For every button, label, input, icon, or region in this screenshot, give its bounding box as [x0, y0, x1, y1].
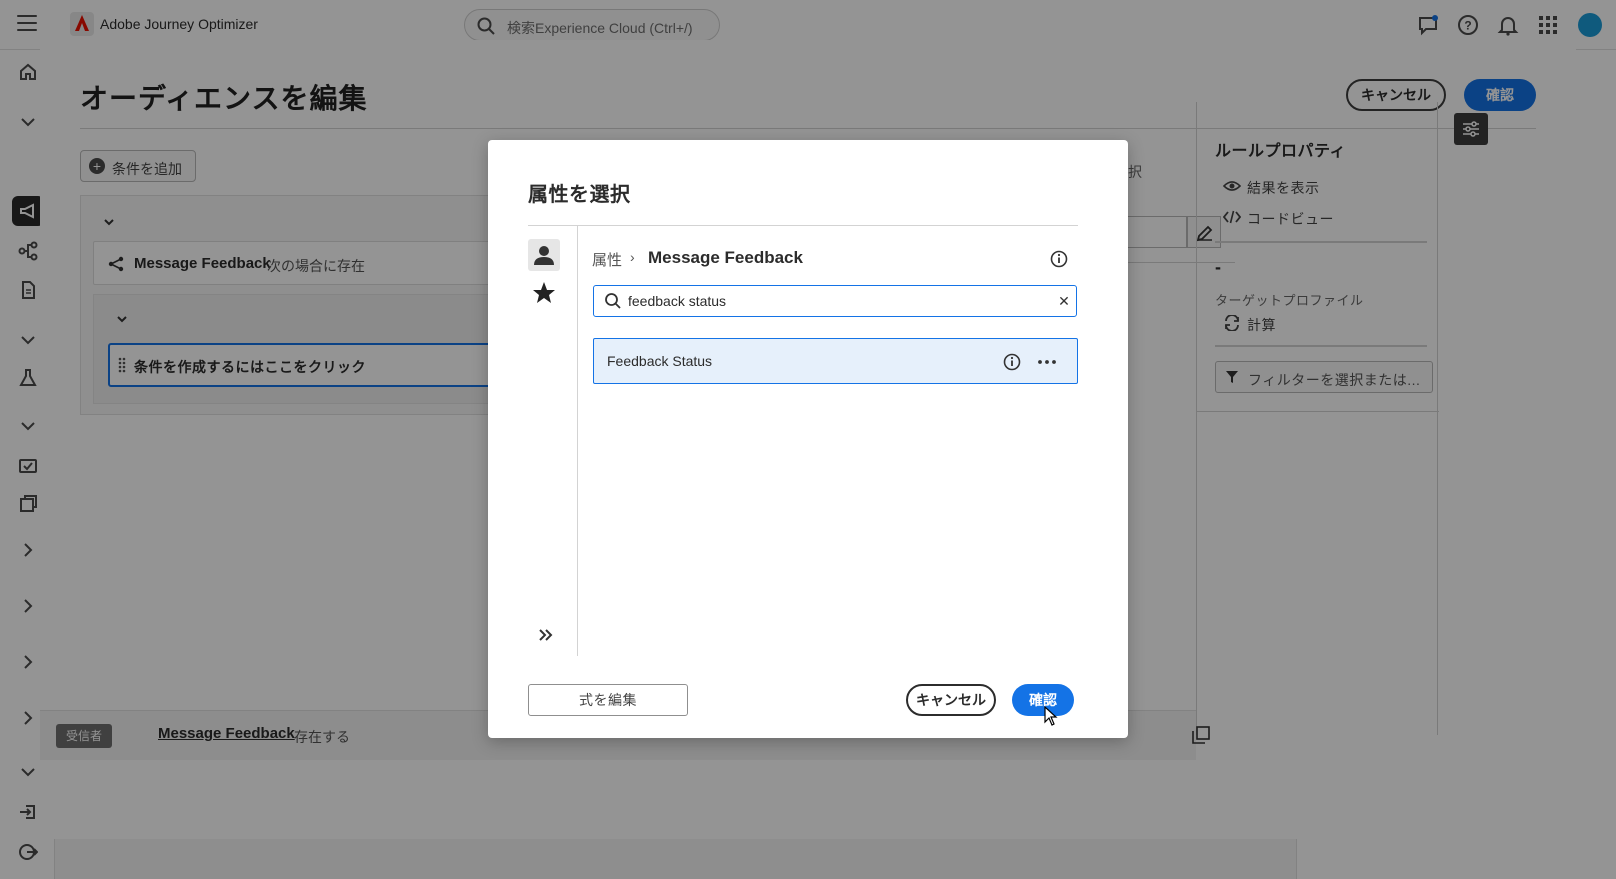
dialog-cancel-button[interactable]: キャンセル — [906, 684, 996, 716]
search-icon — [605, 293, 621, 309]
list-item[interactable]: Feedback Status — [593, 338, 1078, 384]
attribute-label: Feedback Status — [607, 353, 713, 369]
attribute-search[interactable]: ✕ — [593, 285, 1077, 317]
expand-double-chevron-icon[interactable] — [538, 628, 554, 642]
breadcrumb-current: Message Feedback — [648, 248, 803, 267]
breadcrumb-root[interactable]: 属性 — [592, 249, 622, 270]
dialog-divider — [528, 225, 1078, 226]
more-options-icon[interactable] — [1037, 353, 1057, 371]
dialog-confirm-button[interactable]: 確認 — [1012, 684, 1074, 716]
profile-attributes-tab[interactable] — [528, 239, 560, 271]
info-icon[interactable] — [1003, 353, 1021, 371]
mouse-cursor-icon — [1044, 706, 1058, 726]
favorites-star-icon[interactable] — [532, 281, 556, 305]
dialog-title: 属性を選択 — [528, 184, 631, 206]
person-icon — [534, 246, 554, 265]
info-icon[interactable] — [1050, 250, 1068, 268]
select-attribute-dialog: 属性を選択 属性 › Message Feedback ✕ Feedback S… — [488, 140, 1128, 738]
attribute-search-input[interactable] — [628, 291, 1038, 311]
edit-expression-button[interactable]: 式を編集 — [528, 684, 688, 716]
breadcrumb-separator: › — [630, 249, 635, 265]
attribute-source-sidebar — [528, 226, 578, 656]
clear-search-icon[interactable]: ✕ — [1054, 291, 1074, 311]
